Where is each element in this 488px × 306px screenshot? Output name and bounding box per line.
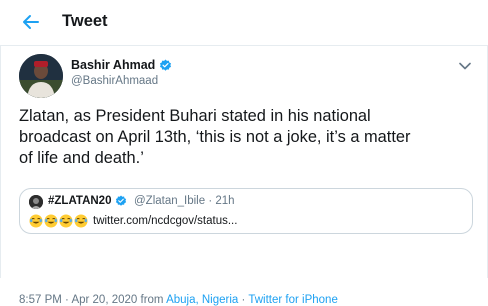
joy-emoji-icon [29, 214, 43, 228]
source-link[interactable]: Twitter for iPhone [248, 294, 337, 306]
location-city: Abuja [166, 294, 196, 306]
tweet-date[interactable]: Apr 20, 2020 [71, 294, 137, 306]
from-label: from [140, 294, 164, 306]
tweet-meta: 8:57 PM · Apr 20, 2020 from Abuja, Niger… [19, 294, 338, 306]
quoted-link[interactable]: twitter.com/ncdcgov/status... [93, 215, 237, 227]
location-link[interactable]: Abuja, Nigeria [166, 294, 238, 306]
quoted-author-handle: @Zlatan_Ibile [134, 195, 206, 207]
avatar-photo [19, 54, 63, 98]
location-country: Nigeria [201, 294, 239, 306]
tweet-time[interactable]: 8:57 PM [19, 294, 62, 306]
back-button[interactable] [18, 11, 44, 33]
meta-separator: · [241, 294, 246, 306]
author-name-text: Bashir Ahmad [71, 58, 156, 72]
quoted-author-avatar [29, 195, 43, 209]
chevron-down-icon [459, 62, 471, 70]
quoted-author-meta: @Zlatan_Ibile · 21h [134, 195, 235, 207]
verified-badge-icon [115, 195, 127, 207]
verified-badge-icon [159, 59, 172, 72]
more-options-button[interactable] [457, 58, 473, 74]
dot-separator: · [208, 195, 213, 207]
tweet: Bashir Ahmad @BashirAhmaad Zlatan, as Pr… [0, 46, 488, 306]
tweet-text: Zlatan, as President Buhari stated in hi… [19, 107, 411, 167]
quoted-age: 21h [215, 195, 235, 207]
author-handle[interactable]: @BashirAhmaad [71, 75, 158, 87]
page-title: Tweet [62, 12, 108, 30]
meta-separator: · [65, 294, 69, 306]
quoted-body: twitter.com/ncdcgov/status... [29, 214, 237, 228]
author-avatar[interactable] [19, 54, 63, 98]
quoted-author-name: #ZLATAN20 [48, 195, 127, 207]
joy-emoji-icon [44, 214, 58, 228]
joy-emoji-icon [59, 214, 73, 228]
author-name[interactable]: Bashir Ahmad [71, 58, 172, 72]
top-bar: Tweet [0, 0, 488, 46]
joy-emoji-icon [74, 214, 88, 228]
quoted-author-name-text: #ZLATAN20 [48, 195, 112, 207]
quoted-tweet[interactable]: #ZLATAN20 @Zlatan_Ibile · 21h twitter.co… [19, 188, 473, 234]
arrow-left-icon [23, 15, 39, 29]
